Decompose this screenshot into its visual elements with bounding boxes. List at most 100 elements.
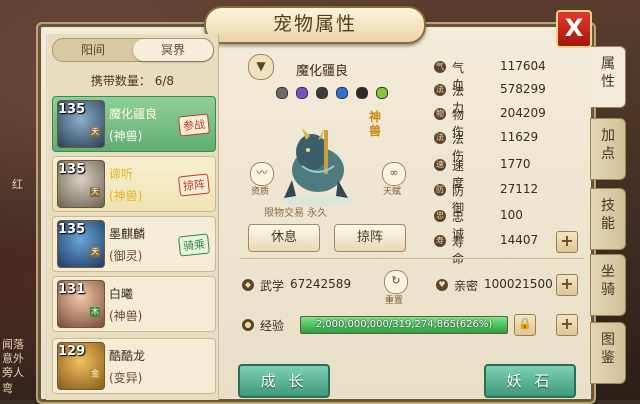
pet-stage-badge: 木 bbox=[90, 307, 100, 317]
plus-icon: + bbox=[560, 314, 574, 333]
pet-level: 129 bbox=[58, 344, 86, 359]
magic-damage-icon: 法 bbox=[434, 132, 446, 144]
background-left-strip: 红 闻落 意外 旁人 弯 bbox=[0, 0, 36, 400]
stat-value: 1770 bbox=[500, 157, 531, 171]
martial-value: 67242589 bbox=[290, 277, 352, 291]
pet-stage-badge: 金 bbox=[90, 369, 100, 379]
reset-button[interactable]: ↻ bbox=[384, 270, 408, 294]
pet-stage-badge: 天 bbox=[90, 187, 100, 197]
tab-codex[interactable]: 图鉴 bbox=[590, 322, 626, 384]
intimacy-value: 100021500 bbox=[484, 277, 553, 291]
stat-value: 578299 bbox=[500, 82, 546, 96]
experience-bar: 2,000,000,000/319,274,865(626%) bbox=[300, 316, 508, 334]
pet-card[interactable]: 131 木 白曦 (神兽) bbox=[52, 276, 216, 332]
stat-value: 204209 bbox=[500, 106, 546, 120]
aptitude-label: 资质 bbox=[251, 187, 270, 197]
tab-skills[interactable]: 技能 bbox=[590, 188, 626, 250]
add-intimacy-button[interactable]: + bbox=[556, 274, 578, 296]
pet-level: 135 bbox=[58, 222, 86, 237]
pet-type: (神兽) bbox=[109, 129, 143, 143]
pet-type: (变异) bbox=[109, 371, 143, 385]
carry-count: 携带数量： 6/8 bbox=[90, 74, 175, 88]
close-button[interactable]: X bbox=[556, 10, 592, 48]
stat-value: 11629 bbox=[500, 130, 539, 144]
divider bbox=[240, 258, 584, 259]
pet-stage-badge: 天 bbox=[90, 127, 100, 137]
pet-card[interactable]: 135 天 谛听 (神兽) 掠阵 bbox=[52, 156, 216, 212]
demon-stone-button[interactable]: 妖 石 bbox=[484, 364, 576, 398]
experience-text: 2,000,000,000/319,274,865(626%) bbox=[315, 319, 493, 330]
tab-attributes[interactable]: 属性 bbox=[590, 46, 626, 108]
lifespan-icon: 寿 bbox=[434, 235, 446, 247]
status-stamp: 骑乘 bbox=[178, 233, 210, 257]
pet-card[interactable]: 129 金 酷酷龙 (变异) bbox=[52, 338, 216, 394]
infinity-icon: ∞ bbox=[389, 166, 399, 179]
refresh-icon: ↻ bbox=[391, 274, 401, 287]
intimacy-label: 亲密 bbox=[454, 279, 479, 293]
pet-stage-badge: 天 bbox=[90, 247, 100, 257]
stat-value: 27112 bbox=[500, 182, 539, 196]
defense-icon: 防 bbox=[434, 184, 446, 196]
talent-label: 天赋 bbox=[383, 187, 402, 197]
stat-value: 100 bbox=[500, 208, 523, 222]
lock-icon: 🔒 bbox=[518, 317, 532, 330]
stat-value: 14407 bbox=[500, 233, 539, 247]
pet-name: 白曦 bbox=[109, 287, 134, 301]
plus-icon: + bbox=[560, 231, 574, 250]
pet-switch-button[interactable]: ▼ bbox=[248, 54, 274, 80]
add-experience-button[interactable]: + bbox=[556, 314, 578, 336]
stat-value: 117604 bbox=[500, 59, 546, 73]
physical-damage-icon: 物 bbox=[434, 108, 446, 120]
pet-level: 131 bbox=[58, 282, 86, 297]
status-stamp: 掠阵 bbox=[178, 173, 210, 197]
pet-name: 酷酷龙 bbox=[109, 349, 146, 363]
experience-icon: ● bbox=[242, 319, 254, 331]
background-text: 旁人 bbox=[2, 366, 24, 379]
status-stamp: 参战 bbox=[178, 113, 210, 137]
element-dot-icon bbox=[336, 87, 349, 99]
pet-model-image bbox=[281, 128, 353, 207]
tab-add-points[interactable]: 加点 bbox=[590, 118, 626, 180]
pet-level: 135 bbox=[58, 102, 86, 117]
pet-grade-tag: 神兽 bbox=[368, 110, 381, 138]
selected-pet-name: 魔化疆良 bbox=[296, 64, 349, 79]
pet-card[interactable]: 135 天 魔化疆良 (神兽) 参战 bbox=[52, 96, 216, 152]
rest-button[interactable]: 休息 bbox=[248, 224, 320, 252]
pet-name: 墨麒麟 bbox=[109, 227, 146, 241]
pet-level: 135 bbox=[58, 162, 86, 177]
mana-icon: 法 bbox=[434, 84, 446, 96]
pet-type: (御灵) bbox=[109, 249, 143, 263]
stat-label: 寿命 bbox=[452, 235, 465, 266]
intimacy-icon: ♥ bbox=[436, 279, 448, 291]
lock-button[interactable]: 🔒 bbox=[514, 314, 536, 336]
reset-label: 重置 bbox=[385, 296, 404, 306]
tab-yangjian[interactable]: 阳间 bbox=[53, 39, 133, 61]
assist-button[interactable]: 掠阵 bbox=[334, 224, 406, 252]
talent-icon[interactable]: ∞ bbox=[382, 162, 406, 186]
experience-label: 经验 bbox=[260, 319, 285, 333]
martial-label: 武学 bbox=[260, 279, 285, 293]
trade-restriction: 限物交易 永久 bbox=[264, 208, 328, 219]
pet-type: (神兽) bbox=[109, 309, 143, 323]
element-dot-icon bbox=[276, 87, 288, 99]
background-text: 红 bbox=[12, 178, 23, 191]
tab-mingjie[interactable]: 冥界 bbox=[133, 39, 213, 61]
element-dot-icon bbox=[376, 87, 389, 99]
window-title: 宠物属性 bbox=[204, 6, 426, 44]
speed-icon: 速 bbox=[434, 159, 446, 171]
add-lifespan-button[interactable]: + bbox=[556, 231, 578, 253]
pet-card[interactable]: 135 天 墨麒麟 (御灵) 骑乘 bbox=[52, 216, 216, 272]
hp-icon: 气 bbox=[434, 61, 446, 73]
aptitude-icon[interactable]: 〰 bbox=[250, 162, 274, 186]
grow-button[interactable]: 成 长 bbox=[238, 364, 330, 398]
tab-mount[interactable]: 坐骑 bbox=[590, 254, 626, 316]
martial-icon: ◆ bbox=[242, 279, 254, 291]
pet-type: (神兽) bbox=[109, 189, 143, 203]
element-dot-icon bbox=[296, 87, 309, 99]
pulse-icon: 〰 bbox=[256, 166, 268, 179]
realm-tab-group: 阳间 冥界 bbox=[52, 38, 214, 62]
background-text: 弯 bbox=[2, 382, 13, 395]
element-dot-icon bbox=[356, 87, 369, 99]
chevron-down-icon: ▼ bbox=[256, 59, 266, 73]
element-dot-icon bbox=[316, 87, 329, 99]
